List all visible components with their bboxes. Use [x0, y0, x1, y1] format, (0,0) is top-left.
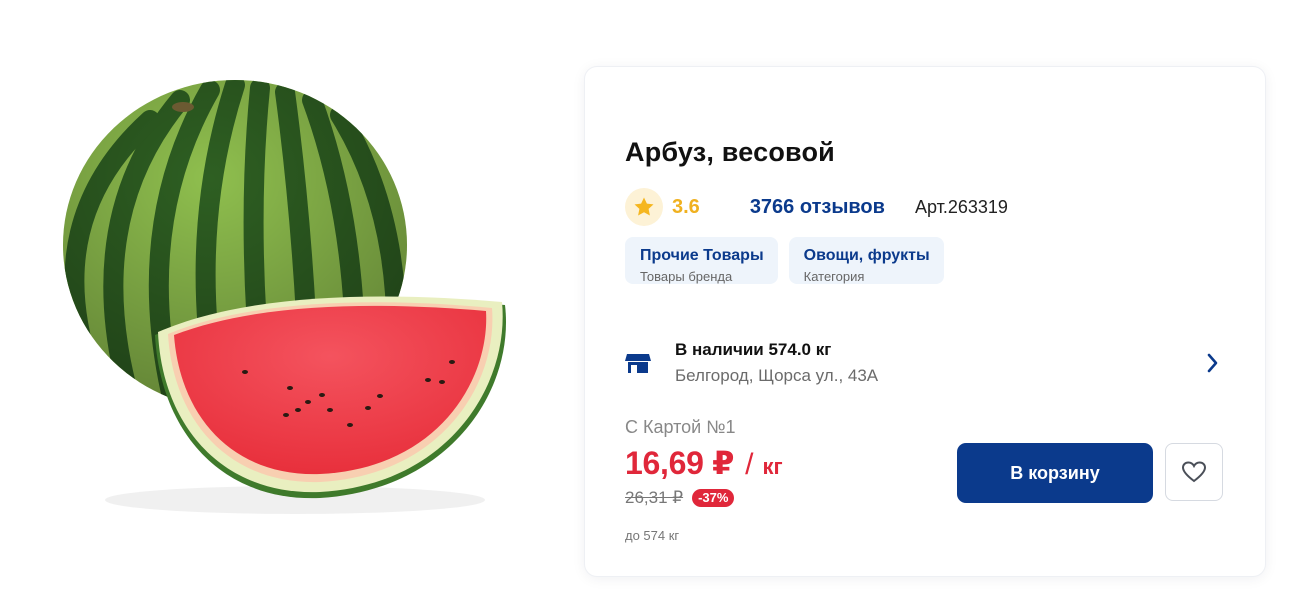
- tag-subtitle: Товары бренда: [640, 269, 733, 284]
- stem-icon: [172, 102, 194, 112]
- store-icon: [625, 354, 651, 373]
- product-title: Арбуз, весовой: [625, 137, 835, 167]
- tag-subtitle: Категория: [803, 269, 865, 284]
- price-separator: /: [745, 448, 754, 481]
- reviews-link[interactable]: 3766 отзывов: [750, 196, 885, 219]
- rating-row: 3.6 3766 отзывов Арт.263319: [625, 186, 1008, 228]
- discount-badge: -37%: [692, 489, 735, 507]
- product-image: [50, 70, 520, 530]
- old-price-row: 26,31 ₽ -37%: [625, 488, 735, 508]
- tag-brand[interactable]: Прочие Товары Товары бренда: [625, 237, 778, 284]
- heart-icon: [1181, 461, 1207, 483]
- tag-category[interactable]: Овощи, фрукты Категория: [788, 237, 944, 284]
- article-number: Арт.263319: [914, 196, 1008, 217]
- old-price: 26,31 ₽: [625, 488, 684, 507]
- stock-status: В наличии 574.0 кг: [675, 340, 832, 359]
- add-to-cart-button[interactable]: В корзину: [957, 443, 1153, 503]
- rating-value: 3.6: [672, 195, 700, 218]
- favorite-button[interactable]: [1165, 443, 1223, 501]
- price: 16,69 ₽ / кг: [625, 444, 783, 482]
- tag-title: Прочие Товары: [640, 247, 764, 264]
- watermelon-illustration: [63, 80, 507, 514]
- price-unit: кг: [762, 454, 783, 479]
- tag-list: Прочие Товары Товары бренда Овощи, фрукт…: [625, 237, 944, 284]
- star-icon: [634, 197, 654, 216]
- chevron-right-icon: [1207, 353, 1218, 373]
- quantity-limit: до 574 кг: [625, 528, 680, 543]
- store-address: Белгород, Щорса ул., 43А: [675, 366, 879, 385]
- tag-title: Овощи, фрукты: [803, 247, 930, 264]
- product-card: Арбуз, весовой 3.6 3766 отзывов Арт.2633…: [585, 67, 1265, 576]
- price-value: 16,69 ₽: [625, 445, 735, 481]
- loyalty-card-label: С Картой №1: [625, 417, 736, 437]
- rating-badge: [625, 188, 663, 226]
- availability-row[interactable]: В наличии 574.0 кг Белгород, Щорса ул., …: [625, 339, 1235, 389]
